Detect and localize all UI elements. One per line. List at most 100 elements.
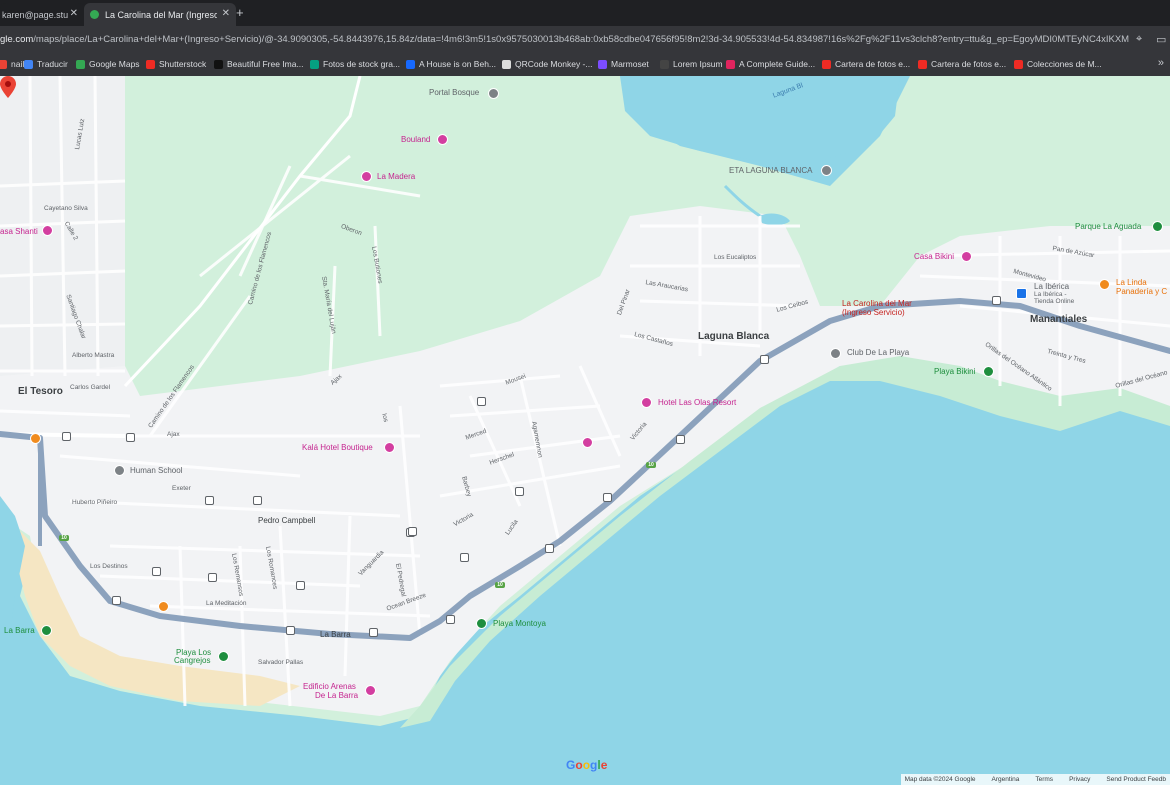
bus-stop-icon[interactable] bbox=[515, 487, 524, 496]
poi-label-hotel-las-olas[interactable]: Hotel Las Olas Resort bbox=[658, 399, 736, 407]
poi-marker-icon[interactable] bbox=[488, 88, 499, 99]
bookmark-item[interactable]: Traducir bbox=[24, 59, 68, 69]
attribution-item[interactable]: Terms bbox=[1035, 776, 1053, 783]
poi-marker-icon[interactable] bbox=[1152, 221, 1163, 232]
attribution-item[interactable]: Send Product Feedb bbox=[1106, 776, 1166, 783]
bookmark-item[interactable]: Beautiful Free Ima... bbox=[214, 59, 304, 69]
bus-stop-icon[interactable] bbox=[603, 493, 612, 502]
bus-stop-icon[interactable] bbox=[545, 544, 554, 553]
attribution-item[interactable]: Privacy bbox=[1069, 776, 1090, 783]
new-tab-button[interactable]: + bbox=[236, 5, 244, 20]
poi-label-eta-laguna-blanca[interactable]: ETA LAGUNA BLANCA bbox=[729, 167, 812, 175]
poi-label-edificio-arenas[interactable]: Edificio Arenas bbox=[303, 683, 356, 691]
restaurant-icon[interactable] bbox=[158, 601, 169, 612]
bus-stop-icon[interactable] bbox=[992, 296, 1001, 305]
bus-stop-icon[interactable] bbox=[253, 496, 262, 505]
bus-stop-icon[interactable] bbox=[760, 355, 769, 364]
address-bar[interactable]: gle.com/maps/place/La+Carolina+del+Mar+(… bbox=[0, 26, 1170, 54]
poi-label-la-iberica-sub2[interactable]: Tienda Online bbox=[1034, 298, 1074, 306]
poi-label-human-school[interactable]: Human School bbox=[130, 467, 182, 475]
location-pin-icon[interactable] bbox=[0, 76, 16, 98]
poi-marker-icon[interactable] bbox=[1099, 279, 1110, 290]
poi-marker-icon[interactable] bbox=[961, 251, 972, 262]
route-shield-icon: 10 bbox=[59, 535, 69, 541]
poi-label-edificio-arenas-2[interactable]: De La Barra bbox=[315, 692, 358, 700]
poi-label-playa-los-cangrejos-2[interactable]: Cangrejos bbox=[174, 657, 210, 665]
poi-marker-icon[interactable] bbox=[42, 225, 53, 236]
bookmark-label: Cartera de fotos e... bbox=[835, 59, 911, 69]
bookmark-item[interactable]: nail bbox=[0, 59, 24, 69]
bus-stop-icon[interactable] bbox=[460, 553, 469, 562]
area-label-la-barra-road: La Barra bbox=[320, 630, 351, 639]
street-label: Carlos Gardel bbox=[70, 384, 111, 391]
bus-stop-icon[interactable] bbox=[208, 573, 217, 582]
poi-marker-icon[interactable] bbox=[983, 366, 994, 377]
bookmark-item[interactable]: Cartera de fotos e... bbox=[918, 59, 1006, 69]
poi-label-playa-montoya[interactable]: Playa Montoya bbox=[493, 620, 546, 628]
poi-marker-icon[interactable] bbox=[476, 618, 487, 629]
bus-stop-icon[interactable] bbox=[112, 596, 121, 605]
bookmark-item[interactable]: QRCode Monkey -... bbox=[502, 59, 592, 69]
bookmark-label: Fotos de stock gra... bbox=[323, 59, 401, 69]
poi-label-kala-hotel[interactable]: Kalá Hotel Boutique bbox=[302, 444, 373, 452]
poi-marker-icon[interactable] bbox=[218, 651, 229, 662]
bus-stop-icon[interactable] bbox=[408, 527, 417, 536]
poi-label-portal-bosque[interactable]: Portal Bosque bbox=[429, 89, 479, 97]
restaurant-icon[interactable] bbox=[30, 433, 41, 444]
poi-marker-icon[interactable] bbox=[830, 348, 841, 359]
poi-marker-icon[interactable] bbox=[384, 442, 395, 453]
selected-place-name[interactable]: La Carolina del Mar bbox=[842, 300, 912, 308]
poi-label-bouland[interactable]: Bouland bbox=[401, 136, 430, 144]
bus-stop-icon[interactable] bbox=[369, 628, 378, 637]
bookmark-item[interactable]: Marmoset bbox=[598, 59, 649, 69]
bus-stop-icon[interactable] bbox=[296, 581, 305, 590]
poi-label-la-madera[interactable]: La Madera bbox=[377, 173, 415, 181]
bus-stop-icon[interactable] bbox=[62, 432, 71, 441]
poi-marker-icon[interactable] bbox=[365, 685, 376, 696]
poi-marker-icon[interactable] bbox=[114, 465, 125, 476]
bus-stop-icon[interactable] bbox=[126, 433, 135, 442]
bookmark-item[interactable]: Google Maps bbox=[76, 59, 140, 69]
poi-label-casa-bikini[interactable]: Casa Bikini bbox=[914, 253, 954, 261]
bus-stop-icon[interactable] bbox=[286, 626, 295, 635]
bookmark-item[interactable]: Cartera de fotos e... bbox=[822, 59, 910, 69]
bookmark-item[interactable]: Shutterstock bbox=[146, 59, 206, 69]
bookmark-item[interactable]: Lorem Ipsum bbox=[660, 59, 723, 69]
bus-stop-icon[interactable] bbox=[676, 435, 685, 444]
more-bookmarks-icon[interactable]: » bbox=[1158, 57, 1164, 69]
cast-icon[interactable]: ▭ bbox=[1156, 33, 1166, 46]
poi-marker-icon[interactable] bbox=[361, 171, 372, 182]
poi-marker-icon[interactable] bbox=[641, 397, 652, 408]
bus-stop-icon[interactable] bbox=[152, 567, 161, 576]
poi-label-la-barra-poi[interactable]: La Barra bbox=[4, 627, 35, 635]
tab-active[interactable]: La Carolina del Mar (Ingreso ✕ bbox=[84, 3, 236, 26]
tab-inactive[interactable]: karen@page.stu ✕ bbox=[0, 3, 84, 26]
poi-label-casa-shanti[interactable]: asa Shanti bbox=[0, 228, 38, 236]
poi-marker-icon[interactable] bbox=[41, 625, 52, 636]
poi-label-la-linda[interactable]: La Linda bbox=[1116, 279, 1147, 287]
poi-label-parque-la-aguada[interactable]: Parque La Aguada bbox=[1075, 223, 1141, 231]
poi-marker-icon[interactable] bbox=[821, 165, 832, 176]
poi-label-la-linda-2[interactable]: Panadería y C bbox=[1116, 288, 1167, 296]
location-icon[interactable]: ⌖ bbox=[1136, 33, 1142, 46]
poi-marker-icon[interactable] bbox=[437, 134, 448, 145]
bookmark-item[interactable]: A House is on Beh... bbox=[406, 59, 496, 69]
bookmark-item[interactable]: Colecciones de M... bbox=[1014, 59, 1102, 69]
poi-label-la-iberica[interactable]: La Ibérica bbox=[1034, 283, 1069, 291]
street-label: Los Destinos bbox=[90, 563, 128, 570]
bookmark-item[interactable]: A Complete Guide... bbox=[726, 59, 815, 69]
bus-stop-icon[interactable] bbox=[205, 496, 214, 505]
map-canvas[interactable]: El Tesoro Laguna Blanca Manantiales La Barr… bbox=[0, 76, 1170, 785]
url-text[interactable]: gle.com/maps/place/La+Carolina+del+Mar+(… bbox=[0, 34, 1130, 45]
bookmark-item[interactable]: Fotos de stock gra... bbox=[310, 59, 400, 69]
attribution-item[interactable]: Argentina bbox=[992, 776, 1020, 783]
close-icon[interactable]: ✕ bbox=[222, 8, 230, 19]
poi-label-club-de-la-playa[interactable]: Club De La Playa bbox=[847, 349, 909, 357]
close-icon[interactable]: ✕ bbox=[70, 8, 78, 19]
bus-stop-icon[interactable] bbox=[446, 615, 455, 624]
poi-marker-icon[interactable] bbox=[582, 437, 593, 448]
bus-stop-icon[interactable] bbox=[477, 397, 486, 406]
poi-label-playa-bikini[interactable]: Playa Bikini bbox=[934, 368, 975, 376]
poi-marker-icon[interactable] bbox=[1016, 288, 1027, 299]
bookmark-label: A Complete Guide... bbox=[739, 59, 816, 69]
